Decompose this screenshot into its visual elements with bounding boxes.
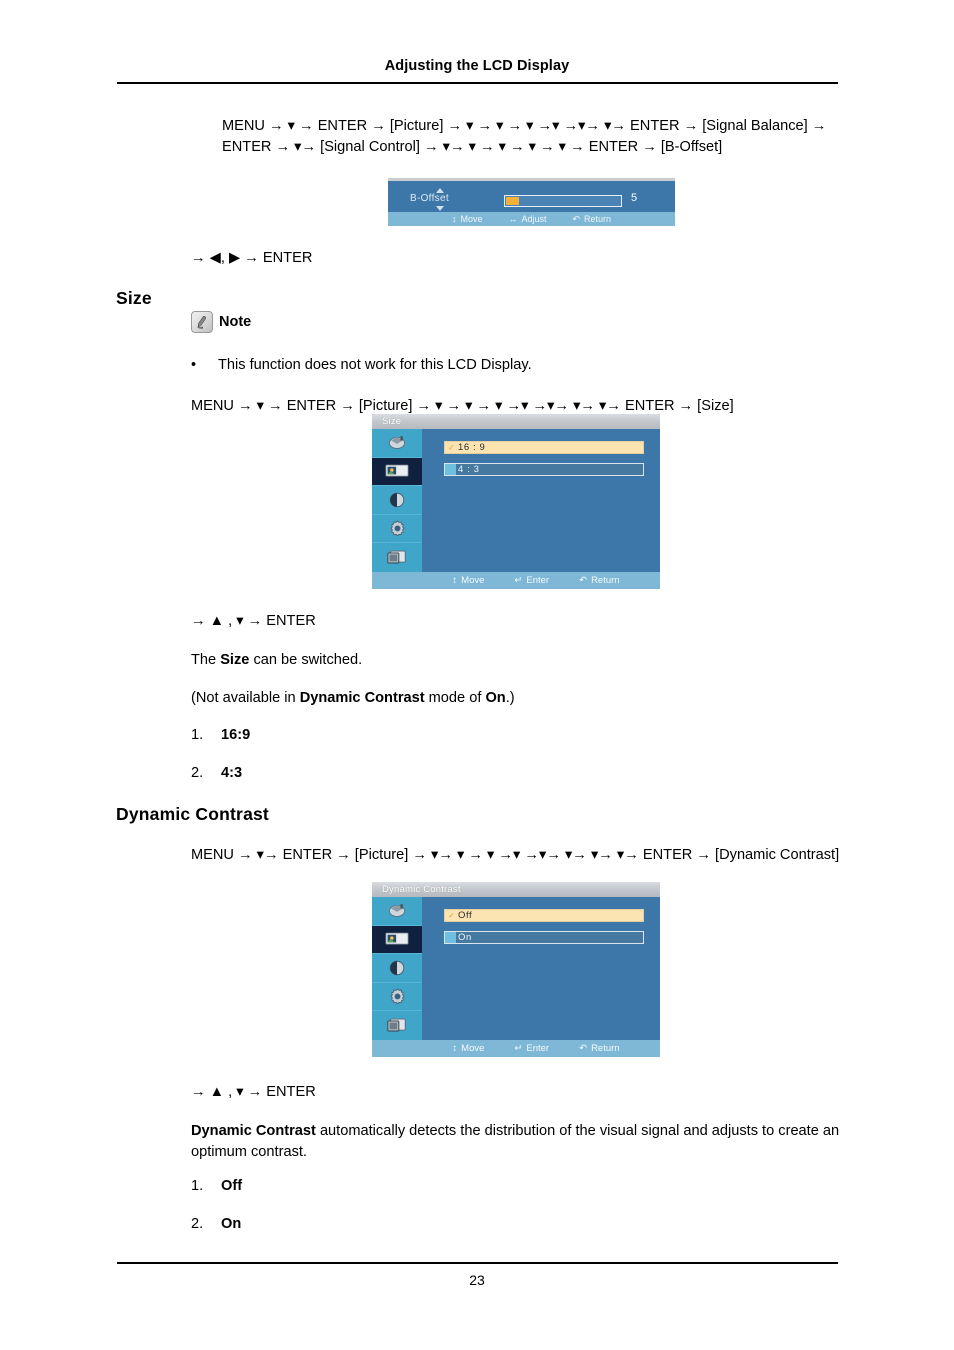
sidebar-item-picture[interactable]	[372, 457, 422, 487]
size-after-nav: → ▲ , ▾ → ENTER	[191, 613, 316, 629]
dynamic-contrast-nav-path: MENU → ▾→ ENTER → [Picture] → ▾→ ▾ → ▾ →…	[191, 845, 840, 866]
document-page: Adjusting the LCD Display MENU → ▾ → ENT…	[0, 0, 954, 1350]
dynamic-contrast-list-item-1: 1. Off	[191, 1178, 243, 1194]
heading-size: Size	[116, 288, 152, 308]
status-adjust: ↔ Adjust	[508, 214, 547, 224]
return-icon: ↶	[572, 213, 581, 224]
dynamic-contrast-description: Dynamic Contrast automatically detects t…	[191, 1123, 840, 1160]
setup-icon	[389, 988, 405, 1005]
sidebar-item-input[interactable]	[372, 429, 422, 458]
osd-dynamic-contrast-option-off[interactable]: ✓ Off	[444, 909, 644, 922]
note-bullet-text: This function does not work for this LCD…	[218, 357, 532, 373]
size-list-item-1: 1. 16:9	[191, 727, 251, 743]
dynamic-contrast-after-nav: → ▲ , ▾ → ENTER	[191, 1084, 316, 1100]
bullet-icon: •	[191, 357, 197, 373]
note-label: Note	[219, 314, 252, 330]
b-offset-after-nav: → ◀, ▶ → ENTER	[191, 250, 313, 266]
size-description-2: (Not available in Dynamic Contrast mode …	[191, 690, 515, 706]
dynamic-contrast-list-item-2: 2. On	[191, 1216, 242, 1232]
sidebar-item-multi-control[interactable]	[372, 543, 422, 572]
sidebar-item-setup[interactable]	[372, 982, 422, 1012]
sidebar-item-picture[interactable]	[372, 925, 422, 955]
adjust-icon: ↔	[508, 214, 518, 224]
move-icon: ↕	[451, 214, 457, 224]
check-icon: ✓	[448, 443, 455, 452]
status-enter: ↵ Enter	[514, 1043, 550, 1054]
picture-icon	[385, 932, 409, 945]
status-return: ↶ Return	[572, 213, 612, 224]
enter-icon: ↵	[514, 575, 523, 586]
header-divider	[117, 82, 838, 84]
footer-divider	[117, 1262, 838, 1264]
osd-size-statusbar: ↕ Move ↵ Enter ↶ Return	[372, 572, 660, 589]
note-bullet-item: • This function does not work for this LC…	[191, 357, 831, 373]
size-description-1: The Size can be switched.	[191, 652, 363, 668]
note-block: Note	[191, 311, 251, 333]
osd-b-offset-slider-fill	[506, 197, 519, 205]
osd-size-title: Size	[372, 414, 660, 429]
osd-dynamic-contrast-sidebar	[372, 897, 422, 1040]
osd-size-sidebar	[372, 429, 422, 572]
osd-dynamic-contrast-title: Dynamic Contrast	[372, 882, 660, 897]
osd-b-offset-statusbar: ↕ Move ↔ Adjust ↶ Return	[388, 212, 675, 226]
move-icon: ↕	[452, 575, 458, 586]
osd-dynamic-contrast-body: ✓ Off On	[422, 897, 660, 1040]
osd-size-option-16-9[interactable]: ✓ 16 : 9	[444, 441, 644, 454]
size-nav-text: MENU → ▾ → ENTER → [Picture] → ▾ → ▾ → ▾…	[191, 398, 734, 414]
move-icon: ↕	[452, 1043, 458, 1054]
osd-size-body: ✓ 16 : 9 4 : 3	[422, 429, 660, 572]
b-offset-nav-text: MENU → ▾ → ENTER → [Picture] → ▾ → ▾ → ▾…	[222, 118, 827, 155]
bullet-marker-icon	[445, 464, 456, 475]
osd-b-offset-row: B-Offset 5	[388, 184, 675, 212]
sidebar-item-sound[interactable]	[372, 954, 422, 983]
page-number: 23	[469, 1272, 485, 1288]
sidebar-item-input[interactable]	[372, 897, 422, 926]
picture-icon	[385, 464, 409, 477]
bullet-marker-icon	[445, 932, 456, 943]
enter-icon: ↵	[514, 1043, 523, 1054]
b-offset-nav-path: MENU → ▾ → ENTER → [Picture] → ▾ → ▾ → ▾…	[222, 116, 840, 158]
sidebar-item-multi-control[interactable]	[372, 1011, 422, 1040]
sidebar-item-setup[interactable]	[372, 514, 422, 544]
osd-dynamic-contrast-menu: Dynamic Contrast ✓ Off On ↕ Move ↵ Enter…	[372, 882, 660, 1057]
osd-b-offset: B-Offset 5 ↕ Move ↔ Adjust ↶ Return	[388, 178, 675, 226]
check-icon: ✓	[448, 911, 455, 920]
status-move: ↕ Move	[451, 214, 483, 224]
size-list-item-2: 2. 4:3	[191, 765, 243, 781]
multi-control-icon	[387, 1018, 406, 1032]
sidebar-item-sound[interactable]	[372, 486, 422, 515]
status-return: ↶ Return	[579, 575, 620, 586]
dynamic-contrast-nav-text: MENU → ▾→ ENTER → [Picture] → ▾→ ▾ → ▾ →…	[191, 847, 840, 863]
osd-b-offset-value: 5	[631, 192, 638, 204]
multi-control-icon	[387, 550, 406, 564]
status-enter: ↵ Enter	[514, 575, 550, 586]
osd-size-menu: Size ✓ 16: 9 4: 3 ↕ Move ↵ Enter ↶ Ret…	[372, 414, 660, 589]
heading-dynamic-contrast: Dynamic Contrast	[116, 804, 269, 824]
osd-b-offset-slider-track[interactable]	[504, 195, 622, 207]
note-icon	[191, 311, 213, 333]
setup-icon	[389, 520, 405, 537]
osd-b-offset-label: B-Offset	[410, 193, 449, 204]
sound-icon	[389, 492, 405, 508]
return-icon: ↶	[579, 575, 588, 586]
input-icon	[388, 904, 406, 917]
sound-icon	[389, 960, 405, 976]
caret-down-icon	[436, 206, 444, 211]
status-move: ↕ Move	[452, 1043, 485, 1054]
status-return: ↶ Return	[579, 1043, 620, 1054]
page-header-title: Adjusting the LCD Display	[384, 58, 570, 74]
osd-dynamic-contrast-option-on[interactable]: On	[444, 931, 644, 944]
status-move: ↕ Move	[452, 575, 485, 586]
osd-size-option-4-3[interactable]: 4 : 3	[444, 463, 644, 476]
input-icon	[388, 436, 406, 449]
osd-dynamic-contrast-statusbar: ↕ Move ↵ Enter ↶ Return	[372, 1040, 660, 1057]
return-icon: ↶	[579, 1043, 588, 1054]
